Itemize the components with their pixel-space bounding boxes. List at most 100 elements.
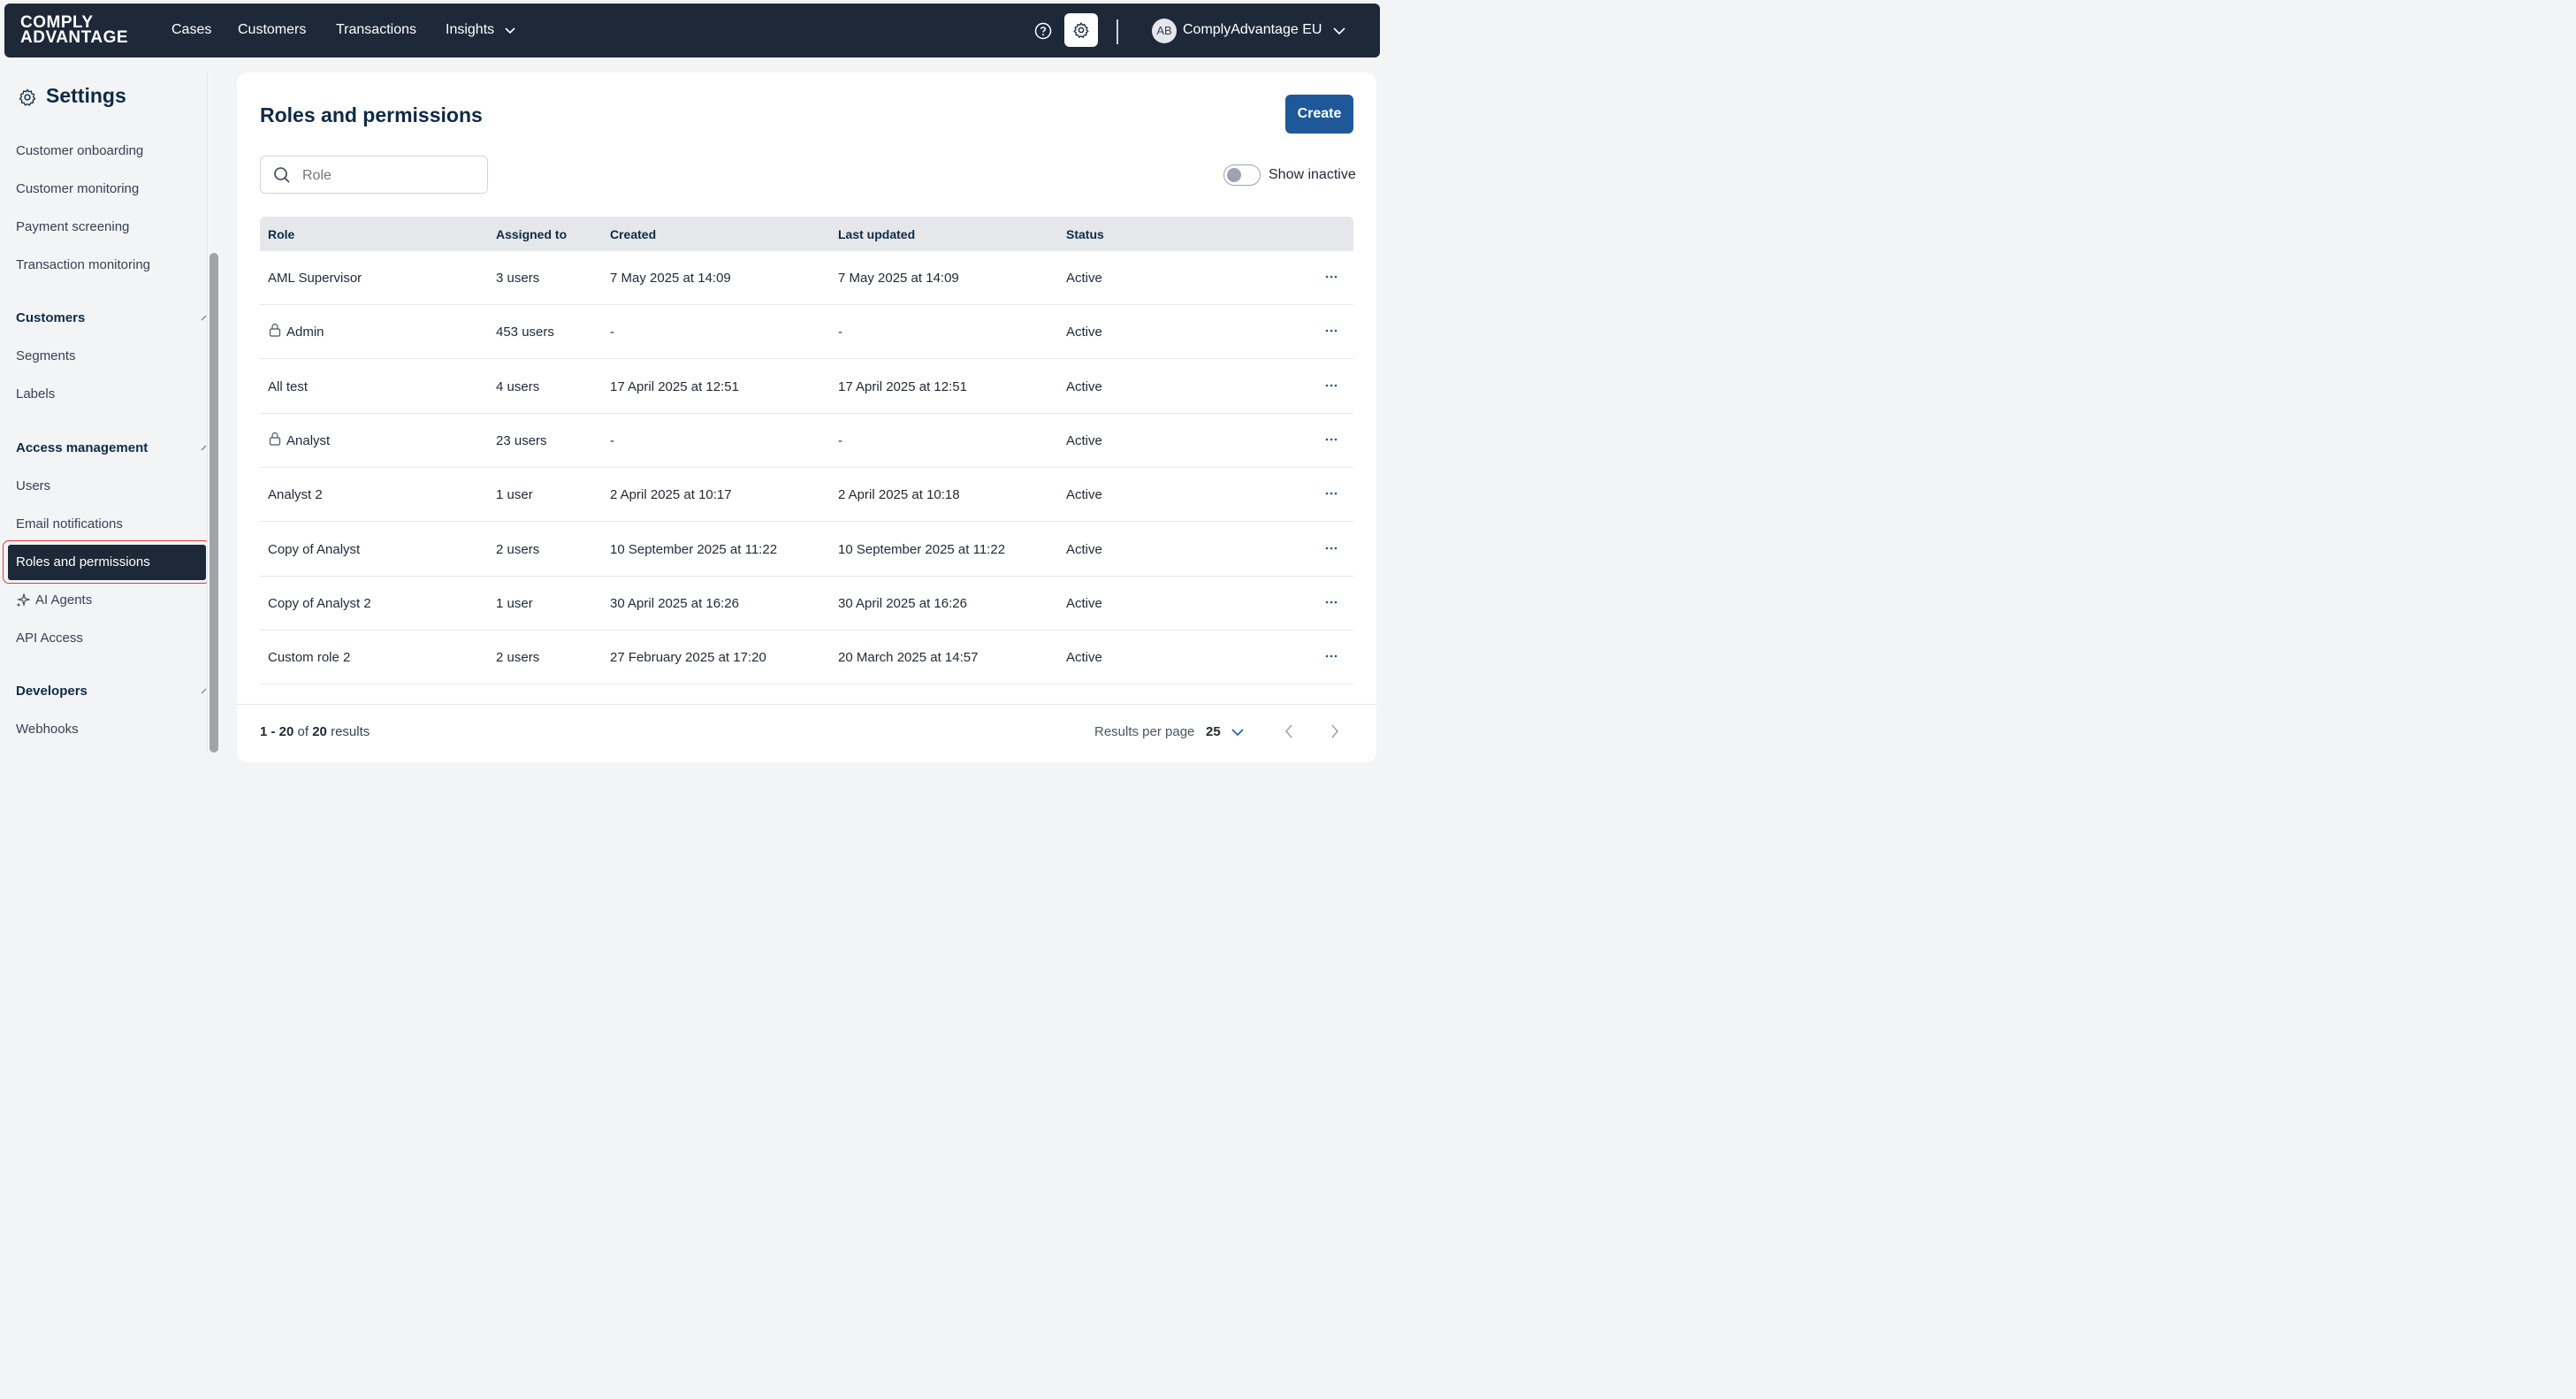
- sidebar-item-ai-agents[interactable]: AI Agents: [35, 592, 92, 608]
- nav-transactions[interactable]: Transactions: [336, 22, 416, 38]
- table-row[interactable]: Analyst 23 users - - Active: [260, 414, 1353, 468]
- cell-last-updated: 17 April 2025 at 12:51: [838, 378, 967, 394]
- lock-icon: [269, 432, 281, 446]
- settings-sidebar: Settings Customer onboarding Customer mo…: [0, 73, 210, 753]
- sidebar-section-customers[interactable]: Customers: [16, 310, 85, 325]
- cell-assigned-to: 4 users: [496, 378, 540, 394]
- more-options-icon[interactable]: [1325, 491, 1338, 496]
- cell-role: Custom role 2: [268, 650, 351, 666]
- search-icon: [274, 167, 290, 183]
- cell-last-updated: 30 April 2025 at 16:26: [838, 595, 967, 611]
- logo-line-2: ADVANTAGE: [20, 28, 129, 47]
- more-options-icon[interactable]: [1325, 600, 1338, 605]
- highlight-outline: [3, 540, 210, 584]
- cell-status: Active: [1066, 325, 1102, 340]
- column-header-assigned-to[interactable]: Assigned to: [496, 227, 567, 241]
- cell-last-updated: 7 May 2025 at 14:09: [838, 271, 959, 286]
- more-options-icon[interactable]: [1325, 437, 1338, 442]
- cell-status: Active: [1066, 595, 1102, 611]
- chevron-down-icon[interactable]: [1231, 726, 1245, 738]
- sidebar-item-customer-monitoring[interactable]: Customer monitoring: [16, 181, 139, 196]
- sparkle-icon: [16, 593, 30, 608]
- cell-created: 10 September 2025 at 11:22: [610, 541, 778, 557]
- previous-page-icon[interactable]: [1283, 722, 1295, 740]
- cell-status: Active: [1066, 541, 1102, 557]
- results-word: results: [331, 724, 370, 739]
- more-options-icon[interactable]: [1325, 274, 1338, 279]
- table-row[interactable]: Copy of Analyst 2 1 user 30 April 2025 at …: [260, 577, 1353, 631]
- cell-role: Analyst 2: [268, 487, 323, 503]
- cell-role: Copy of Analyst: [268, 541, 361, 557]
- table-row[interactable]: AML Supervisor 3 users 7 May 2025 at 14:09…: [260, 251, 1353, 305]
- chevron-down-icon[interactable]: [504, 25, 516, 37]
- table-row[interactable]: Copy of Analyst 2 users 10 September 2025 …: [260, 523, 1353, 577]
- cell-assigned-to: 2 users: [496, 650, 540, 666]
- cell-created: -: [610, 325, 614, 340]
- cell-created: 7 May 2025 at 14:09: [610, 271, 731, 286]
- page-title: Roles and permissions: [260, 103, 483, 126]
- sidebar-scrollbar-thumb[interactable]: [210, 253, 218, 753]
- cell-created: -: [610, 432, 614, 448]
- cell-status: Active: [1066, 432, 1102, 448]
- account-name[interactable]: ComplyAdvantage EU: [1183, 22, 1322, 38]
- sidebar-item-webhooks[interactable]: Webhooks: [16, 722, 79, 737]
- avatar[interactable]: AB: [1152, 19, 1177, 43]
- help-icon[interactable]: [1034, 22, 1052, 40]
- table-row[interactable]: Admin 453 users - - Active: [260, 305, 1353, 360]
- search-field[interactable]: [260, 156, 488, 194]
- sidebar-item-email-notifications[interactable]: Email notifications: [16, 516, 123, 531]
- search-input[interactable]: [301, 165, 481, 187]
- cell-role: Analyst: [286, 432, 331, 448]
- cell-assigned-to: 453 users: [496, 325, 554, 340]
- show-inactive-label: Show inactive: [1269, 167, 1356, 182]
- sidebar-item-api-access[interactable]: API Access: [16, 631, 83, 646]
- sidebar-section-access-management[interactable]: Access management: [16, 440, 148, 455]
- next-page-icon[interactable]: [1329, 722, 1341, 740]
- column-header-created[interactable]: Created: [610, 227, 656, 241]
- more-options-icon[interactable]: [1325, 654, 1338, 659]
- company-logo[interactable]: COMPLY ADVANTAGE: [20, 14, 129, 47]
- table-row[interactable]: Analyst 2 1 user 2 April 2025 at 10:17 2 Ap…: [260, 468, 1353, 523]
- sidebar-section-developers[interactable]: Developers: [16, 684, 88, 699]
- create-button[interactable]: Create: [1285, 95, 1353, 134]
- cell-role: Admin: [286, 325, 324, 340]
- column-header-status[interactable]: Status: [1066, 227, 1104, 241]
- column-header-role[interactable]: Role: [268, 227, 294, 241]
- cell-status: Active: [1066, 378, 1102, 394]
- cell-created: 17 April 2025 at 12:51: [610, 378, 739, 394]
- chevron-down-icon[interactable]: [1332, 25, 1346, 37]
- more-options-icon[interactable]: [1325, 383, 1338, 388]
- cell-assigned-to: 1 user: [496, 487, 533, 503]
- cell-last-updated: 2 April 2025 at 10:18: [838, 487, 960, 503]
- table-row[interactable]: Custom role 2 2 users 27 February 2025 at …: [260, 631, 1353, 685]
- nav-customers[interactable]: Customers: [238, 22, 306, 38]
- sidebar-item-transaction-monitoring[interactable]: Transaction monitoring: [16, 257, 150, 272]
- sidebar-item-labels[interactable]: Labels: [16, 386, 55, 401]
- column-header-last-updated[interactable]: Last updated: [838, 227, 915, 241]
- cell-assigned-to: 1 user: [496, 595, 533, 611]
- cell-role: Copy of Analyst 2: [268, 595, 371, 611]
- results-per-page-select[interactable]: 25: [1206, 724, 1221, 739]
- more-options-icon[interactable]: [1325, 546, 1338, 551]
- cell-last-updated: -: [838, 325, 842, 340]
- cell-status: Active: [1066, 271, 1102, 286]
- show-inactive-toggle[interactable]: [1223, 164, 1261, 186]
- sidebar-item-segments[interactable]: Segments: [16, 348, 76, 363]
- lock-icon: [269, 324, 281, 337]
- cell-assigned-to: 3 users: [496, 271, 540, 286]
- table-header: Role Assigned to Created Last updated St…: [260, 217, 1353, 251]
- cell-role: All test: [268, 378, 309, 394]
- cell-assigned-to: 2 users: [496, 541, 540, 557]
- table-row[interactable]: All test 4 users 17 April 2025 at 12:51 17 …: [260, 360, 1353, 414]
- cell-role: AML Supervisor: [268, 271, 362, 286]
- settings-title: Settings: [46, 84, 126, 107]
- cell-created: 30 April 2025 at 16:26: [610, 595, 739, 611]
- sidebar-item-payment-screening[interactable]: Payment screening: [16, 219, 129, 234]
- nav-insights[interactable]: Insights: [446, 22, 494, 38]
- cell-created: 2 April 2025 at 10:17: [610, 487, 732, 503]
- nav-cases[interactable]: Cases: [171, 22, 211, 38]
- sidebar-item-customer-onboarding[interactable]: Customer onboarding: [16, 143, 143, 158]
- more-options-icon[interactable]: [1325, 328, 1338, 333]
- sidebar-item-users[interactable]: Users: [16, 478, 50, 493]
- settings-button[interactable]: [1064, 13, 1098, 47]
